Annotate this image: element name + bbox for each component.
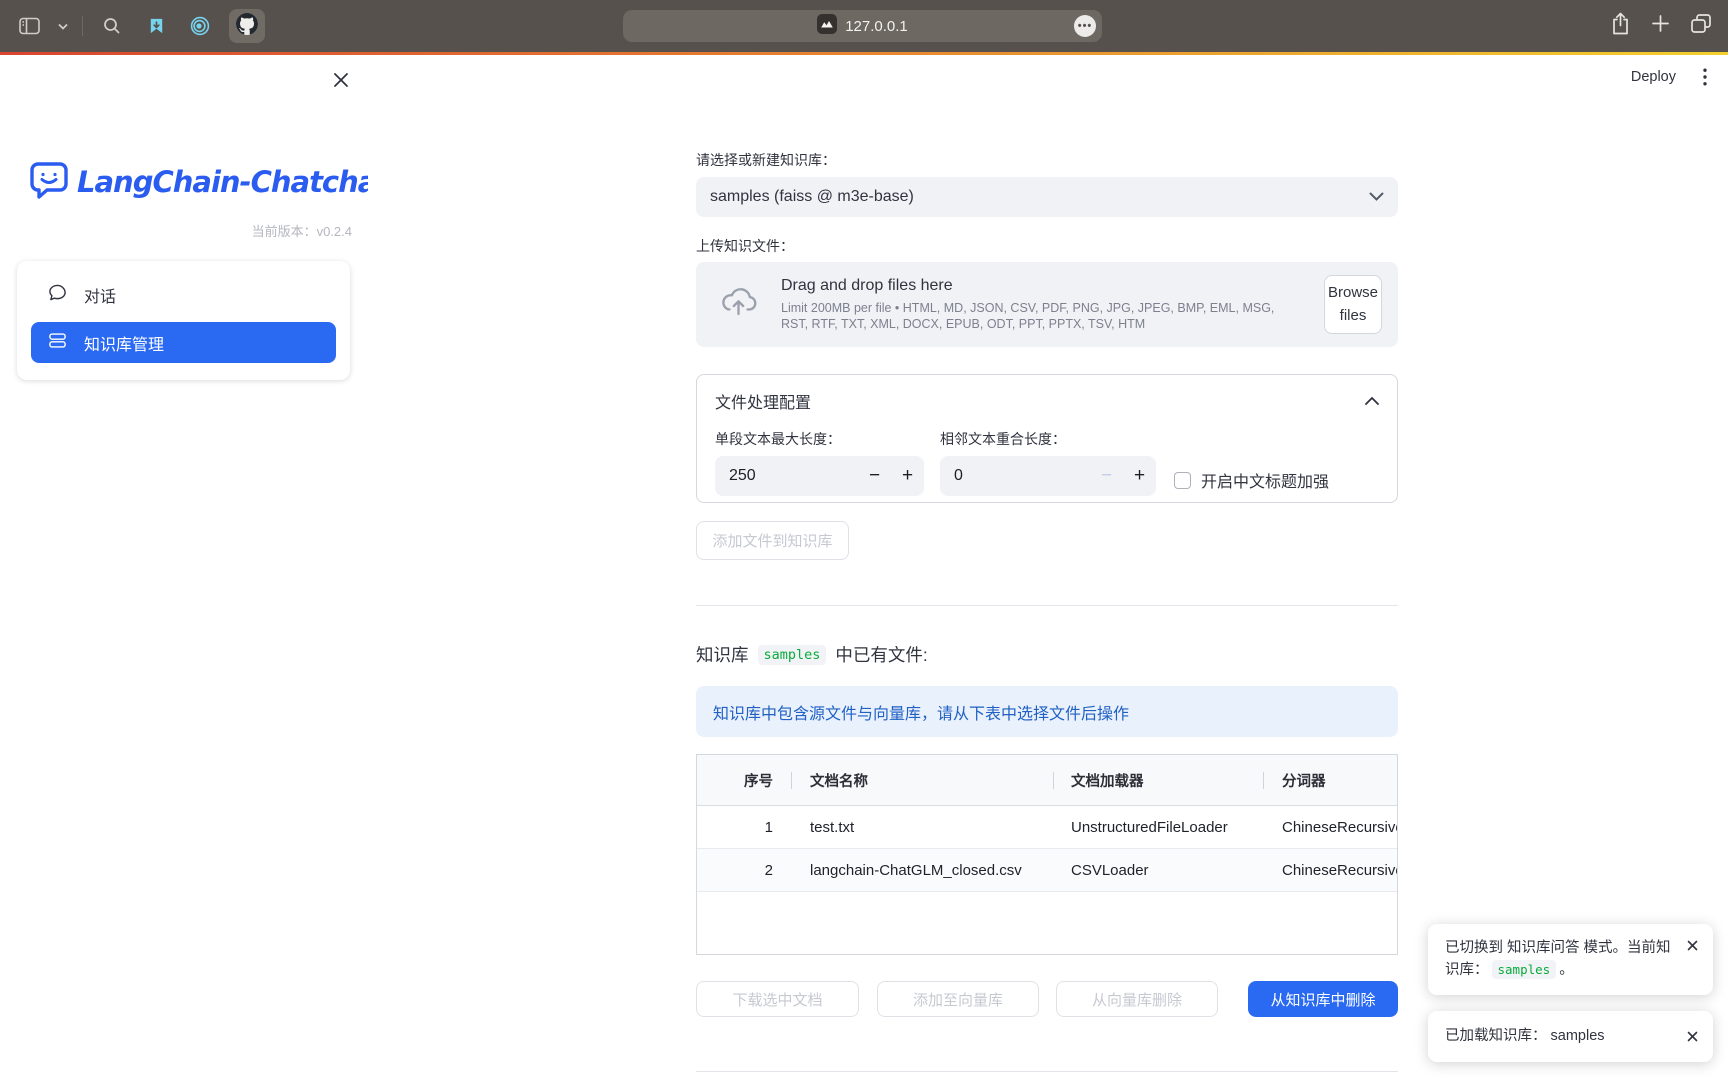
overlap-size-input[interactable]: 0 − + xyxy=(940,456,1156,496)
chevron-down-icon xyxy=(1369,188,1384,206)
add-to-vectorstore-button[interactable]: 添加至向量库 xyxy=(877,981,1039,1017)
zh-title-checkbox-label: 开启中文标题加强 xyxy=(1201,468,1329,492)
table-row[interactable]: 2 langchain-ChatGLM_closed.csv CSVLoader… xyxy=(697,849,1397,892)
cell-docname: test.txt xyxy=(791,819,1053,836)
search-icon[interactable] xyxy=(97,11,127,41)
sidebar: LangChain-Chatchat 当前版本：v0.2.4 对话 知识库管理 xyxy=(0,55,368,1080)
main-menu-kebab-icon[interactable] xyxy=(1696,67,1714,87)
kb-select[interactable]: samples (faiss @ m3e-base) xyxy=(696,177,1398,217)
toast-text-prefix: 已切换到 知识库问答 模式。当前知识库： xyxy=(1445,940,1671,978)
col-header-loader[interactable]: 文档加载器 xyxy=(1053,770,1263,791)
column-separator xyxy=(791,772,792,789)
delete-from-vectorstore-button[interactable]: 从向量库删除 xyxy=(1056,981,1218,1017)
files-table: 序号 文档名称 文档加载器 分词器 1 test.txt Unstructure… xyxy=(696,754,1398,955)
file-dropzone[interactable]: Drag and drop files here Limit 200MB per… xyxy=(696,262,1398,347)
site-favicon xyxy=(817,14,837,39)
knowledge-base-icon xyxy=(48,331,67,355)
sidebar-close-icon[interactable] xyxy=(331,70,351,90)
chunk-minus-button[interactable]: − xyxy=(858,456,891,496)
chunk-size-value: 250 xyxy=(715,467,858,485)
kb-heading-suffix: 中已有文件: xyxy=(835,642,927,667)
nav-item-chat[interactable]: 对话 xyxy=(31,274,336,315)
file-config-expander: 文件处理配置 单段文本最大长度： 250 − + xyxy=(696,374,1398,503)
cell-splitter: ChineseRecursiveTextSplitter xyxy=(1263,862,1397,879)
cell-splitter: ChineseRecursiveTextSplitter xyxy=(1263,819,1397,836)
kb-files-heading: 知识库 samples 中已有文件: xyxy=(696,642,1398,667)
toast-close-icon[interactable] xyxy=(1685,1031,1699,1045)
cloud-upload-icon xyxy=(720,287,757,323)
chat-bubble-icon xyxy=(48,283,67,307)
column-separator xyxy=(1263,772,1264,789)
col-header-splitter[interactable]: 分词器 xyxy=(1263,770,1397,791)
toast-close-icon[interactable] xyxy=(1685,940,1699,954)
toast-kb-loaded: 已加载知识库： samples xyxy=(1428,1011,1713,1062)
divider xyxy=(696,605,1398,606)
pinned-tab-circles-icon[interactable] xyxy=(185,11,215,41)
nav-item-label: 对话 xyxy=(84,283,116,307)
toast-text-suffix: 。 xyxy=(1559,962,1574,978)
chevron-up-icon xyxy=(1365,392,1379,410)
github-tab-button[interactable] xyxy=(229,9,265,43)
table-header-row: 序号 文档名称 文档加载器 分词器 xyxy=(697,755,1397,806)
expander-header[interactable]: 文件处理配置 xyxy=(715,389,1379,413)
browse-files-button[interactable]: Browse files xyxy=(1324,275,1382,334)
chunk-size-label: 单段文本最大长度： xyxy=(715,429,924,448)
sidebar-toggle-icon[interactable] xyxy=(14,11,44,41)
overlap-minus-button[interactable]: − xyxy=(1090,456,1123,496)
divider xyxy=(696,1071,1398,1072)
chunk-size-input[interactable]: 250 − + xyxy=(715,456,924,496)
table-actions: 下载选中文档 添加至向量库 从向量库删除 从知识库中删除 xyxy=(696,981,1398,1017)
nav-item-knowledge-base[interactable]: 知识库管理 xyxy=(31,322,336,363)
info-banner: 知识库中包含源文件与向量库，请从下表中选择文件后操作 xyxy=(696,686,1398,737)
tab-overview-icon[interactable] xyxy=(1690,13,1712,39)
toolbar-separator xyxy=(82,16,83,36)
overlap-size-label: 相邻文本重合长度： xyxy=(940,429,1156,448)
column-separator xyxy=(1053,772,1054,789)
col-header-index[interactable]: 序号 xyxy=(697,770,791,791)
toast-mode-switched: 已切换到 知识库问答 模式。当前知识库：samples。 xyxy=(1428,924,1713,995)
cell-index: 2 xyxy=(697,862,791,879)
kb-select-label: 请选择或新建知识库： xyxy=(696,150,1398,168)
zh-title-checkbox[interactable] xyxy=(1174,472,1191,489)
version-label: 当前版本：v0.2.4 xyxy=(252,221,352,240)
add-files-button[interactable]: 添加文件到知识库 xyxy=(696,521,849,560)
cell-loader: CSVLoader xyxy=(1053,862,1263,879)
nav-item-label: 知识库管理 xyxy=(84,331,164,355)
download-selected-button[interactable]: 下载选中文档 xyxy=(696,981,859,1017)
cell-docname: langchain-ChatGLM_closed.csv xyxy=(791,862,1053,879)
logo-bubble-icon xyxy=(28,157,70,206)
url-text: 127.0.0.1 xyxy=(845,18,908,35)
app-title: LangChain-Chatchat xyxy=(77,165,389,199)
cell-loader: UnstructuredFileLoader xyxy=(1053,819,1263,836)
url-bar[interactable]: 127.0.0.1 ••• xyxy=(623,10,1102,42)
cell-index: 1 xyxy=(697,819,791,836)
nav-menu: 对话 知识库管理 xyxy=(17,261,350,380)
expander-title: 文件处理配置 xyxy=(715,389,811,413)
delete-from-kb-button[interactable]: 从知识库中删除 xyxy=(1248,981,1398,1017)
app-logo: LangChain-Chatchat xyxy=(28,157,389,206)
dropzone-title: Drag and drop files here xyxy=(781,277,1300,295)
github-icon xyxy=(236,13,258,40)
upload-label: 上传知识文件： xyxy=(696,236,1398,254)
toast-kb-code: samples xyxy=(1492,960,1557,979)
toast-text: 已切换到 知识库问答 模式。当前知识库：samples。 xyxy=(1445,937,1677,982)
overlap-size-value: 0 xyxy=(940,467,1090,485)
toast-text: 已加载知识库： samples xyxy=(1445,1025,1677,1047)
chunk-plus-button[interactable]: + xyxy=(891,456,924,496)
kb-name-code: samples xyxy=(758,645,827,665)
deploy-button[interactable]: Deploy xyxy=(1631,69,1676,85)
new-tab-icon[interactable] xyxy=(1651,14,1670,38)
share-icon[interactable] xyxy=(1610,12,1631,41)
extensions-ellipsis-icon[interactable]: ••• xyxy=(1074,15,1096,37)
dropzone-limit-text: Limit 200MB per file • HTML, MD, JSON, C… xyxy=(781,300,1279,333)
kb-select-value: samples (faiss @ m3e-base) xyxy=(710,188,1369,206)
browser-toolbar: 127.0.0.1 ••• xyxy=(0,0,1728,52)
table-row[interactable]: 1 test.txt UnstructuredFileLoader Chines… xyxy=(697,806,1397,849)
pinned-tab-bookmark-icon[interactable] xyxy=(141,11,171,41)
kb-heading-prefix: 知识库 xyxy=(696,642,749,667)
overlap-plus-button[interactable]: + xyxy=(1123,456,1156,496)
col-header-docname[interactable]: 文档名称 xyxy=(791,770,1053,791)
sidebar-chevron-down-icon[interactable] xyxy=(58,17,68,35)
